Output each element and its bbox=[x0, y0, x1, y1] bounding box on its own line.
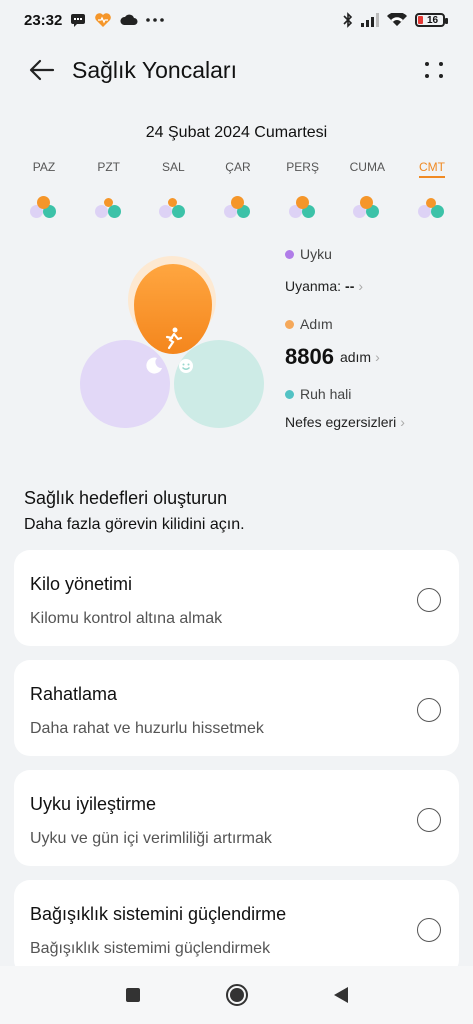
sleep-dot bbox=[285, 249, 294, 259]
goals-subtitle: Daha fazla görevin kilidini açın. bbox=[24, 516, 245, 533]
day-sun[interactable]: PAZ bbox=[12, 160, 76, 222]
goal-radio[interactable] bbox=[417, 588, 441, 612]
chevron-right-icon: › bbox=[375, 349, 380, 365]
recents-square-icon[interactable] bbox=[125, 988, 140, 1002]
day-label: PZT bbox=[97, 160, 120, 174]
home-circle-icon[interactable] bbox=[225, 984, 248, 1006]
page-title: Sağlık Yoncaları bbox=[72, 56, 237, 83]
day-label: SAL bbox=[161, 160, 185, 174]
more-options-button[interactable] bbox=[421, 56, 449, 84]
day-thu[interactable]: PERŞ bbox=[271, 160, 335, 222]
status-bar: 23:32 16 bbox=[0, 0, 473, 40]
breathing-link[interactable]: Nefes egzersizleri › bbox=[285, 414, 465, 436]
mini-clover-icon bbox=[223, 196, 252, 222]
mood-leaf bbox=[174, 340, 264, 428]
day-label: CMT bbox=[418, 160, 445, 178]
week-selector: PAZ PZT SAL ÇAR PERŞ CUMA CMT bbox=[12, 160, 464, 222]
goal-card-sleep[interactable]: Uyku iyileştirme Uyku ve gün içi verimli… bbox=[14, 770, 459, 866]
day-wed[interactable]: ÇAR bbox=[206, 160, 270, 222]
wake-label: Uyanma: bbox=[285, 278, 342, 294]
goal-radio[interactable] bbox=[417, 918, 441, 942]
smile-icon bbox=[178, 358, 194, 374]
message-icon bbox=[70, 13, 86, 27]
steps-legend: Adım bbox=[285, 314, 465, 334]
battery-level: 16 bbox=[427, 14, 439, 26]
day-label: PAZ bbox=[32, 160, 56, 174]
chevron-right-icon: › bbox=[400, 414, 405, 430]
battery-fill bbox=[418, 16, 423, 24]
mini-clover-icon bbox=[159, 196, 187, 222]
sleep-label: Uyku bbox=[300, 246, 332, 262]
mini-clover-icon bbox=[30, 196, 58, 222]
goal-radio[interactable] bbox=[417, 698, 441, 722]
running-icon bbox=[162, 326, 184, 350]
steps-dot bbox=[285, 319, 294, 329]
health-app-icon bbox=[94, 12, 112, 28]
mood-label: Ruh hali bbox=[300, 386, 352, 402]
goal-subtitle: Uyku ve gün içi verimliliği artırmak bbox=[30, 830, 272, 847]
goal-title: Bağışıklık sistemini güçlendirme bbox=[30, 904, 287, 924]
cloud-icon bbox=[120, 14, 138, 26]
more-notifications-icon bbox=[146, 18, 165, 22]
sleep-legend: Uyku bbox=[285, 244, 465, 264]
more-grid-icon bbox=[425, 62, 429, 66]
mini-clover-icon bbox=[353, 196, 381, 222]
date-label: 24 Şubat 2024 Cumartesi bbox=[145, 124, 328, 141]
steps-unit: adım bbox=[339, 349, 372, 365]
moon-icon bbox=[144, 356, 164, 376]
goal-title: Rahatlama bbox=[30, 684, 118, 704]
day-tue[interactable]: SAL bbox=[141, 160, 205, 222]
steps-value: 8806 bbox=[285, 344, 334, 369]
back-triangle-icon[interactable] bbox=[333, 987, 348, 1003]
steps-label: Adım bbox=[300, 316, 333, 332]
day-label: ÇAR bbox=[225, 160, 251, 174]
chevron-right-icon: › bbox=[358, 278, 364, 294]
mini-clover-icon bbox=[288, 196, 317, 222]
battery-icon: 16 bbox=[415, 13, 448, 27]
goal-card-immunity[interactable]: Bağışıklık sistemini güçlendirme Bağışık… bbox=[14, 880, 459, 976]
steps-value-link[interactable]: 8806 adım › bbox=[285, 342, 465, 372]
wake-time-link[interactable]: Uyanma: -- › bbox=[285, 278, 465, 300]
goal-title: Kilo yönetimi bbox=[30, 574, 133, 594]
mood-dot bbox=[285, 389, 294, 399]
health-clover-chart[interactable] bbox=[78, 250, 268, 430]
goal-card-relax[interactable]: Rahatlama Daha rahat ve huzurlu hissetme… bbox=[14, 660, 459, 756]
mood-legend: Ruh hali bbox=[285, 384, 465, 404]
goals-title: Sağlık hedefleri oluşturun bbox=[24, 488, 228, 508]
wake-value: -- bbox=[345, 278, 355, 294]
app-header: Sağlık Yoncaları bbox=[0, 44, 473, 96]
sleep-leaf bbox=[80, 340, 170, 428]
day-label: PERŞ bbox=[286, 160, 319, 174]
goal-radio[interactable] bbox=[417, 808, 441, 832]
goal-subtitle: Daha rahat ve huzurlu hissetmek bbox=[30, 720, 264, 737]
goal-subtitle: Bağışıklık sistemimi güçlendirmek bbox=[30, 940, 271, 957]
mini-clover-icon bbox=[417, 196, 446, 222]
signal-icon bbox=[361, 13, 379, 27]
breathing-label: Nefes egzersizleri bbox=[285, 414, 397, 430]
system-nav-bar bbox=[0, 966, 473, 1024]
goal-title: Uyku iyileştirme bbox=[30, 794, 157, 814]
goal-card-weight[interactable]: Kilo yönetimi Kilomu kontrol altına alma… bbox=[14, 550, 459, 646]
bluetooth-icon bbox=[343, 12, 353, 28]
day-fri[interactable]: CUMA bbox=[335, 160, 399, 222]
status-time: 23:32 bbox=[24, 11, 63, 29]
mini-clover-icon bbox=[94, 196, 123, 222]
day-sat[interactable]: CMT bbox=[400, 160, 464, 222]
day-label: CUMA bbox=[349, 160, 385, 174]
back-button[interactable] bbox=[24, 52, 60, 88]
arrow-left-icon bbox=[29, 59, 55, 81]
wifi-icon bbox=[387, 13, 407, 27]
day-mon[interactable]: PZT bbox=[77, 160, 141, 222]
clover-legend: Uyku Uyanma: -- › Adım 8806 adım › Ruh h… bbox=[285, 244, 465, 436]
goal-subtitle: Kilomu kontrol altına almak bbox=[30, 610, 223, 627]
